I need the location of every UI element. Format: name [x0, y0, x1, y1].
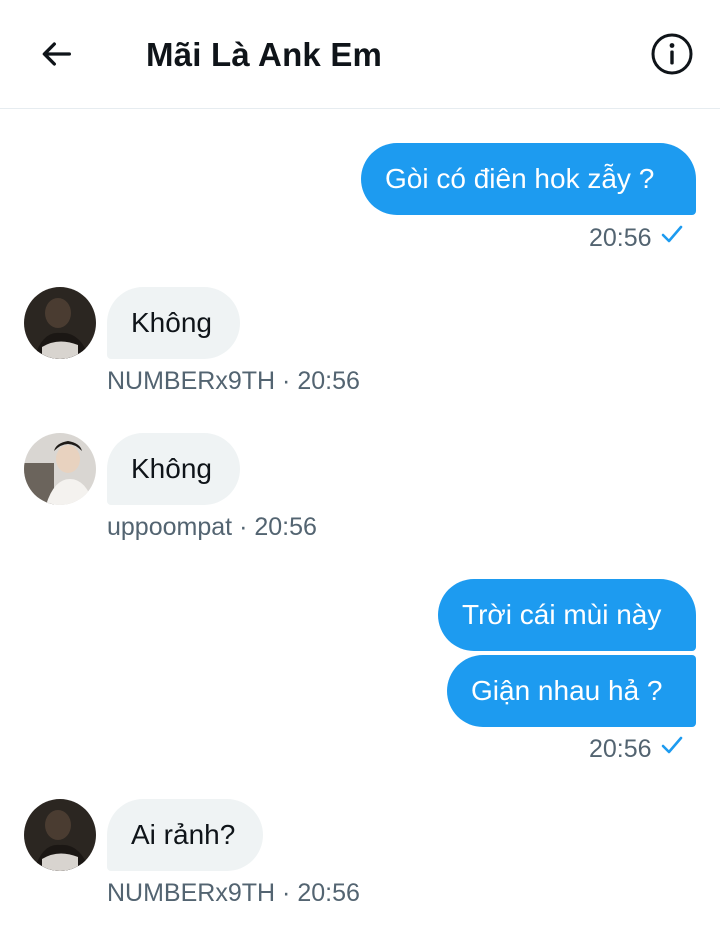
meta-separator: ·: [282, 879, 298, 907]
sender-name[interactable]: NUMBERx9TH: [107, 367, 275, 395]
message-bubble-outgoing[interactable]: Giận nhau hả ?: [447, 655, 696, 727]
message-time: 20:56: [589, 734, 652, 763]
avatar-numberx9th[interactable]: [24, 799, 96, 871]
message-text: Gòi có điên hok zẫy ?: [385, 163, 655, 194]
message-bubble-outgoing[interactable]: Gòi có điên hok zẫy ?: [361, 143, 696, 215]
meta-separator: ·: [282, 367, 298, 395]
message-bubble-incoming[interactable]: Không: [107, 287, 240, 359]
message-time: 20:56: [297, 879, 360, 907]
conversation-header: Mãi Là Ank Em: [0, 0, 720, 109]
meta-separator: ·: [239, 513, 255, 541]
avatar-uppoompat[interactable]: [24, 433, 96, 505]
message-text: Trời cái mùi này: [462, 599, 662, 630]
message-meta: uppoompat · 20:56: [107, 512, 317, 542]
message-time: 20:56: [254, 513, 317, 541]
back-button[interactable]: [30, 30, 82, 82]
message-meta: 20:56: [589, 733, 684, 764]
arrow-left-icon: [36, 34, 76, 79]
message-bubble-incoming[interactable]: Không: [107, 433, 240, 505]
sender-name[interactable]: NUMBERx9TH: [107, 879, 275, 907]
message-meta: NUMBERx9TH · 20:56: [107, 878, 360, 908]
message-bubble-incoming[interactable]: Ai rảnh?: [107, 799, 263, 871]
message-bubble-outgoing[interactable]: Trời cái mùi này: [438, 579, 696, 651]
avatar-numberx9th[interactable]: [24, 287, 96, 359]
conversation-title: Mãi Là Ank Em: [146, 36, 383, 73]
checkmark-icon: [660, 733, 684, 764]
message-text: Không: [131, 307, 212, 338]
message-text: Không: [131, 453, 212, 484]
info-button[interactable]: [646, 30, 698, 82]
sender-name[interactable]: uppoompat: [107, 513, 232, 541]
message-meta: 20:56: [589, 222, 684, 253]
info-icon: [650, 32, 694, 81]
message-time: 20:56: [297, 367, 360, 395]
message-time: 20:56: [589, 223, 652, 252]
message-text: Ai rảnh?: [131, 819, 236, 850]
message-meta: NUMBERx9TH · 20:56: [107, 366, 360, 396]
checkmark-icon: [660, 222, 684, 253]
message-text: Giận nhau hả ?: [471, 675, 663, 706]
